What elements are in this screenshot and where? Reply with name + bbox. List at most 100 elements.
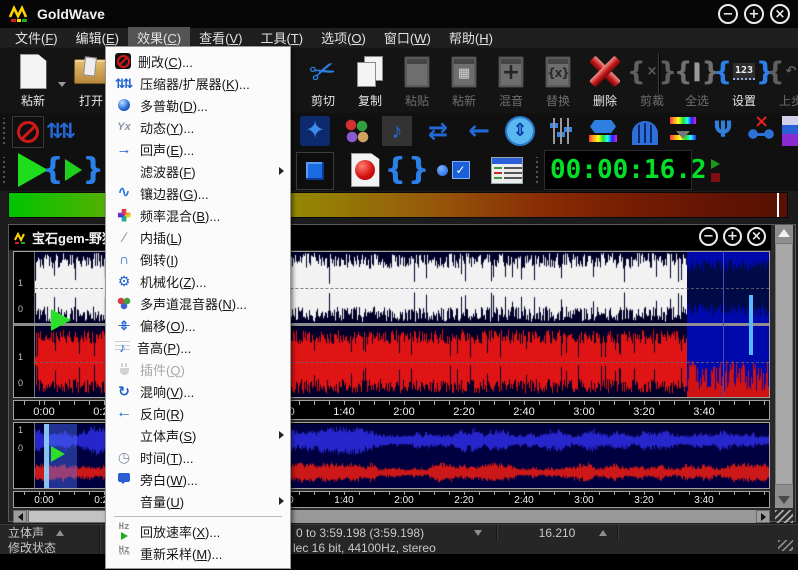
selection-dropdown-icon[interactable] [474, 530, 482, 536]
vertical-scroll-thumb[interactable] [775, 243, 793, 485]
toolbar-button-previous[interactable]: ↶上步 [768, 51, 798, 109]
position-cell[interactable]: 16.210 [497, 525, 618, 540]
properties-button[interactable] [486, 152, 528, 188]
inout-effect-icon[interactable] [423, 116, 453, 146]
doc-maximize-button[interactable] [723, 227, 742, 246]
toolbar-button-replace[interactable]: 替换 [535, 51, 581, 109]
novocals-effect-icon[interactable] [746, 116, 776, 146]
toolbar-button-paste-new-file[interactable]: 粘新 [10, 51, 56, 109]
toolbar-button-paste-new[interactable]: 粘新 [441, 51, 487, 109]
toolbar-button-copy[interactable]: 复制 [347, 51, 393, 109]
grid-line [723, 251, 724, 396]
eq-effect-icon[interactable] [546, 116, 576, 146]
scroll-down-icon[interactable] [778, 496, 790, 504]
close-button[interactable] [770, 4, 790, 24]
minimize-button[interactable] [718, 4, 738, 24]
menu-item[interactable]: 反向(R) [106, 402, 290, 424]
toolbar-button-label: 上步 [768, 92, 798, 109]
toolbar-button-trim[interactable]: ×剪裁 [629, 51, 675, 109]
gate-effect-icon[interactable] [630, 116, 660, 146]
document-window-controls [699, 227, 766, 246]
menu-item-label: 音高(P)... [137, 338, 191, 357]
scroll-up-icon[interactable] [778, 229, 790, 237]
offset-effect-icon[interactable] [505, 116, 535, 146]
menubar-item[interactable]: 选项(O) [312, 27, 375, 49]
submenu-arrow-icon [279, 167, 284, 175]
toolbar-button-label: 删除 [582, 92, 628, 109]
voice-over-icon [115, 471, 133, 488]
menu-item[interactable]: 机械化(Z)... [106, 270, 290, 292]
menu-item[interactable]: 滤波器(F) [106, 160, 290, 182]
menu-item[interactable]: 频率混合(B)... [106, 204, 290, 226]
overview-playback-marker-icon[interactable] [51, 446, 65, 462]
menu-item[interactable]: 多声道混音器(N)... [106, 292, 290, 314]
menu-item[interactable]: 音高(P)... [106, 336, 290, 358]
menubar-item[interactable]: 窗口(W) [375, 27, 440, 49]
menubar-item[interactable]: 帮助(H) [440, 27, 502, 49]
toolbar-button-paste[interactable]: 粘贴 [394, 51, 440, 109]
position-dropdown-icon[interactable] [599, 530, 607, 536]
replace-icon [535, 51, 581, 92]
menu-item[interactable]: 混响(V)... [106, 380, 290, 402]
cancel-effect-icon[interactable] [12, 116, 44, 148]
monitor-button[interactable] [432, 152, 474, 188]
menu-item[interactable]: 重新采样(M)... [106, 542, 290, 564]
play-triangle-icon [65, 159, 82, 181]
reverse-effect-icon[interactable] [464, 116, 494, 146]
mixer-effect-icon[interactable] [341, 116, 371, 146]
menu-item[interactable]: 偏移(O)... [106, 314, 290, 336]
spray-effect-icon[interactable] [708, 116, 738, 146]
compressor-effect-icon[interactable] [46, 116, 76, 146]
menubar-item[interactable]: 文件(F) [6, 27, 67, 49]
toolbar-button-delete[interactable]: 删除 [582, 51, 628, 109]
pitch-effect-icon[interactable] [382, 116, 412, 146]
star-effect-icon[interactable] [300, 116, 330, 146]
echo-icon [115, 141, 133, 158]
statusbar-resize-grip[interactable] [778, 540, 793, 551]
menu-item[interactable]: 旁白(W)... [106, 468, 290, 490]
filter-effect-icon[interactable] [588, 116, 618, 146]
scroll-left-button[interactable] [13, 510, 27, 523]
menu-item[interactable]: 插件(Q) [106, 358, 290, 380]
menu-item[interactable]: 压缩器/扩展器(K)... [106, 72, 290, 94]
menu-item[interactable]: 动态(Y)... [106, 116, 290, 138]
menu-item[interactable]: 倒转(I) [106, 248, 290, 270]
play-selection-button[interactable] [52, 152, 94, 188]
toolbar-button-set-selection[interactable]: 123设置 [721, 51, 767, 109]
menu-item-label: 动态(Y)... [140, 118, 194, 137]
toolbar-button-mix[interactable]: 混音 [488, 51, 534, 109]
record-button[interactable] [344, 152, 386, 188]
plugin-icon [115, 361, 133, 378]
menu-item[interactable]: 立体声(S) [106, 424, 290, 446]
menu-item[interactable]: 回放速率(X)... [106, 520, 290, 542]
menu-item-label: 音量(U) [140, 492, 184, 511]
scroll-right-button[interactable] [756, 510, 770, 523]
toolbar-button-cut[interactable]: 剪切 [300, 51, 346, 109]
menu-item[interactable]: 回声(E)... [106, 138, 290, 160]
toolbar-button-label: 混音 [488, 92, 534, 109]
menu-item[interactable]: 删改(C)... [106, 50, 290, 72]
icon-text: 123 [733, 63, 755, 80]
paste-new-icon [441, 51, 487, 92]
axis-label: 3:40 [694, 495, 713, 506]
spectrum-effect-icon[interactable] [668, 116, 698, 146]
clipped-effect-icon[interactable] [782, 116, 798, 146]
doc-minimize-button[interactable] [699, 227, 718, 246]
open-dropdown-caret-icon[interactable] [58, 82, 66, 87]
maximize-button[interactable] [744, 4, 764, 24]
record-selection-button[interactable] [386, 152, 428, 188]
vertical-scrollbar[interactable] [775, 225, 793, 508]
channel-dropdown-icon[interactable] [56, 530, 64, 536]
menu-item[interactable]: 时间(T)... [106, 446, 290, 468]
toolbar-button-label: 替换 [535, 92, 581, 109]
menu-item[interactable]: 镶边器(G)... [106, 182, 290, 204]
menu-item[interactable]: 多普勒(D)... [106, 94, 290, 116]
menu-item[interactable]: 内插(L) [106, 226, 290, 248]
playback-marker-icon[interactable] [51, 309, 71, 331]
menu-item[interactable]: 音量(U) [106, 490, 290, 512]
stop-button[interactable] [296, 152, 334, 190]
doc-close-button[interactable] [747, 227, 766, 246]
selection-end-marker[interactable] [749, 295, 753, 355]
window-resize-grip[interactable] [775, 510, 793, 523]
channel-mode-cell[interactable]: 立体声 [0, 525, 100, 540]
